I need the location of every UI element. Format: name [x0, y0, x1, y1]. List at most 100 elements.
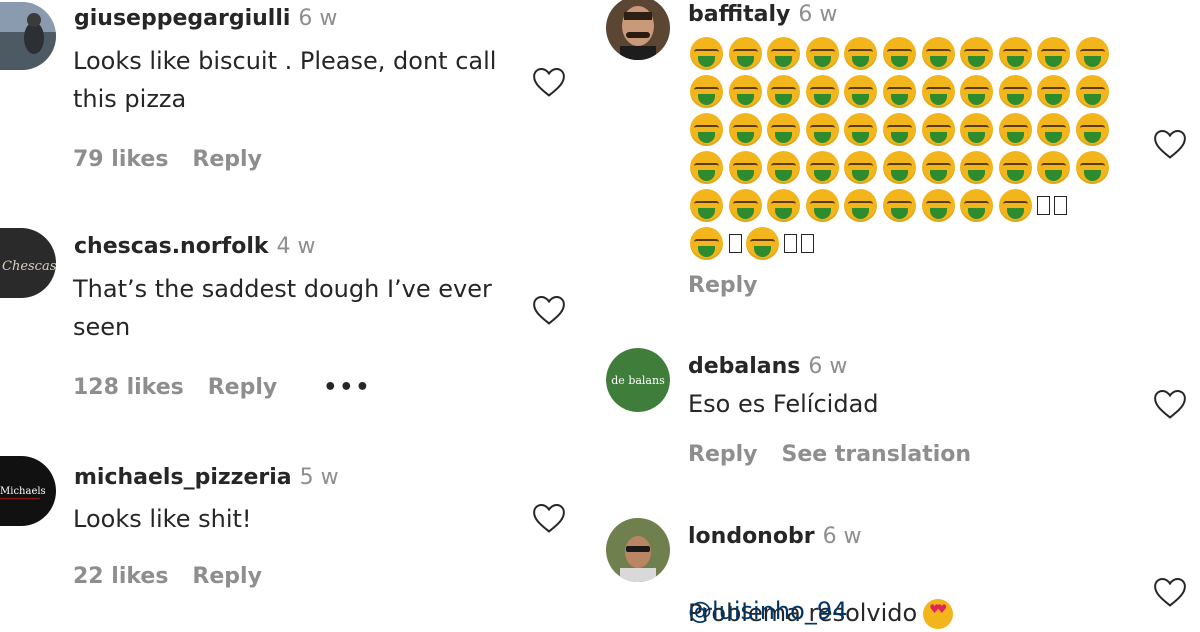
nauseated-face-icon — [767, 112, 801, 146]
missing-glyph-icon — [784, 233, 798, 253]
nauseated-face-icon — [998, 36, 1032, 70]
missing-glyph-icon — [728, 233, 742, 253]
avatar-logo-text: Michaels — [0, 486, 46, 497]
username[interactable]: baffitaly — [688, 2, 790, 27]
nauseated-face-icon — [805, 36, 839, 70]
nauseated-face-icon — [844, 74, 878, 108]
nauseated-face-icon — [960, 74, 994, 108]
nauseated-face-icon — [960, 112, 994, 146]
more-options-icon[interactable]: ••• — [323, 375, 371, 400]
emoji-row — [690, 110, 1115, 148]
likes-count[interactable]: 79 likes — [73, 147, 168, 172]
nauseated-face-icon — [767, 74, 801, 108]
nauseated-face-icon — [882, 150, 916, 184]
heart-icon[interactable] — [1153, 576, 1187, 608]
nauseated-face-icon — [805, 74, 839, 108]
avatar-logo-text: Chescas — [2, 259, 56, 274]
nauseated-face-icon — [767, 188, 801, 222]
nauseated-face-icon — [1075, 112, 1109, 146]
timestamp[interactable]: 5 w — [300, 465, 339, 490]
emoji-row — [690, 34, 1115, 72]
nauseated-face-icon — [882, 36, 916, 70]
missing-glyph-icon — [1037, 195, 1051, 215]
username[interactable]: londonobr — [688, 524, 815, 549]
nauseated-face-icon — [728, 112, 762, 146]
nauseated-face-icon — [882, 74, 916, 108]
avatar[interactable] — [606, 518, 670, 582]
timestamp[interactable]: 6 w — [298, 6, 337, 31]
reply-button[interactable]: Reply — [192, 564, 262, 589]
nauseated-face-icon — [767, 36, 801, 70]
nauseated-face-icon — [690, 188, 723, 222]
nauseated-face-icon — [998, 112, 1032, 146]
avatar-logo-text: de balans — [611, 374, 665, 387]
heart-icon[interactable] — [532, 502, 566, 534]
nauseated-face-icon — [882, 188, 916, 222]
see-translation-link[interactable]: See translation — [782, 442, 972, 467]
username[interactable]: michaels_pizzeria — [74, 465, 292, 490]
nauseated-face-icon — [690, 112, 723, 146]
nauseated-face-icon — [844, 188, 878, 222]
nauseated-face-icon — [805, 188, 839, 222]
nauseated-face-icon — [998, 150, 1032, 184]
nauseated-face-icon — [690, 226, 723, 260]
timestamp[interactable]: 6 w — [823, 524, 862, 549]
avatar[interactable] — [0, 2, 56, 70]
emoji-row — [690, 224, 1115, 262]
username[interactable]: chescas.norfolk — [74, 234, 269, 259]
nauseated-face-icon — [805, 112, 839, 146]
reply-button[interactable]: Reply — [688, 442, 758, 467]
heart-icon[interactable] — [532, 66, 566, 98]
username[interactable]: giuseppegargiulli — [74, 6, 290, 31]
nauseated-face-icon — [690, 74, 723, 108]
comment-text: Eso es Felícidad — [688, 390, 879, 418]
nauseated-face-icon — [921, 188, 955, 222]
nauseated-face-icon — [882, 112, 916, 146]
comment-text: That’s the saddest dough I’ve ever seen — [73, 275, 492, 341]
avatar[interactable] — [606, 0, 670, 60]
nauseated-face-icon — [728, 74, 762, 108]
nauseated-face-icon — [960, 150, 994, 184]
nauseated-face-icon — [728, 36, 762, 70]
username[interactable]: debalans — [688, 354, 800, 379]
nauseated-face-icon — [960, 36, 994, 70]
nauseated-face-icon — [728, 188, 762, 222]
nauseated-face-icon — [745, 226, 779, 260]
avatar[interactable]: Michaels — [0, 456, 56, 526]
heart-icon[interactable] — [1153, 128, 1187, 160]
likes-count[interactable]: 22 likes — [73, 564, 168, 589]
nauseated-face-icon — [1075, 74, 1109, 108]
nauseated-face-icon — [921, 150, 955, 184]
timestamp[interactable]: 4 w — [277, 234, 316, 259]
reply-button[interactable]: Reply — [192, 147, 262, 172]
emoji-row — [690, 148, 1115, 186]
timestamp[interactable]: 6 w — [808, 354, 847, 379]
reply-button[interactable]: Reply — [688, 273, 758, 298]
nauseated-face-icon — [1037, 74, 1071, 108]
nauseated-face-icon — [690, 36, 723, 70]
comment-text: Looks like biscuit . Please, dont call t… — [73, 47, 497, 113]
heart-icon[interactable] — [532, 294, 566, 326]
nauseated-face-icon — [921, 112, 955, 146]
likes-count[interactable]: 128 likes — [73, 375, 184, 400]
nauseated-face-icon — [767, 150, 801, 184]
nauseated-face-icon — [728, 150, 762, 184]
nauseated-face-icon — [844, 150, 878, 184]
nauseated-face-icon — [690, 150, 723, 184]
timestamp[interactable]: 6 w — [798, 2, 837, 27]
nauseated-face-icon — [998, 74, 1032, 108]
reply-button[interactable]: Reply — [208, 375, 278, 400]
heart-icon[interactable] — [1153, 388, 1187, 420]
nauseated-face-icon — [1037, 112, 1071, 146]
avatar[interactable]: Chescas — [0, 228, 56, 298]
mention-link[interactable]: @luisinho_94 — [688, 592, 1128, 630]
nauseated-face-icon — [998, 188, 1032, 222]
avatar[interactable]: de balans — [606, 348, 670, 412]
comment-text: Looks like shit! — [73, 505, 252, 533]
emoji-row — [690, 72, 1115, 110]
nauseated-face-icon — [1037, 36, 1071, 70]
missing-glyph-icon — [1054, 195, 1068, 215]
emoji-comment — [690, 34, 1115, 262]
nauseated-face-icon — [921, 74, 955, 108]
nauseated-face-icon — [1037, 150, 1071, 184]
